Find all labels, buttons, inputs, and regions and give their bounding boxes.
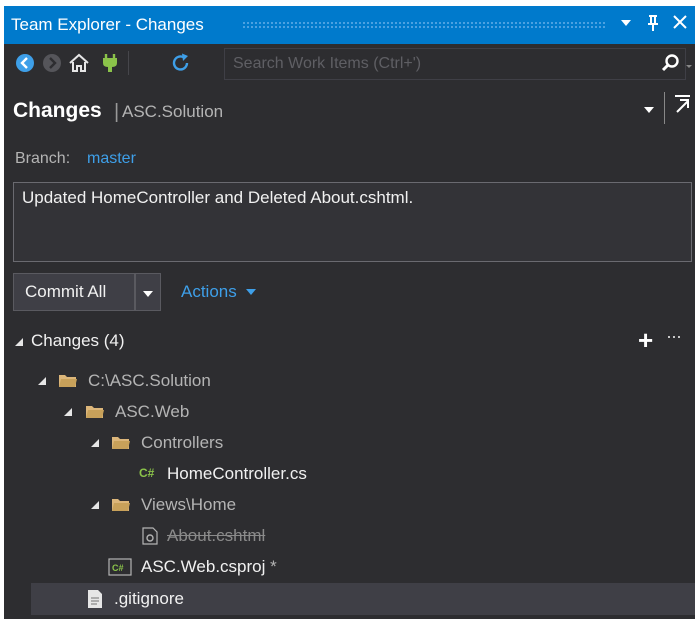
expand-arrow-icon <box>64 408 72 416</box>
page-menu-dropdown-icon[interactable] <box>642 102 656 121</box>
tree-item-project-folder[interactable]: ASC.Web <box>4 397 695 427</box>
window-menu-dropdown-icon[interactable] <box>619 15 633 35</box>
expand-arrow-icon <box>91 501 99 509</box>
add-icon[interactable]: + <box>638 325 653 356</box>
folder-icon <box>59 375 77 387</box>
tree-item-label: Views\Home <box>141 495 237 514</box>
header-divider <box>664 92 665 124</box>
home-icon[interactable] <box>68 52 90 74</box>
page-title: Changes <box>13 99 102 122</box>
folder-icon <box>112 499 130 511</box>
search-icon[interactable] <box>661 53 681 78</box>
expand-arrow-icon <box>91 439 99 447</box>
svg-text:C#: C# <box>112 563 124 573</box>
window-title: Team Explorer - Changes <box>11 15 204 34</box>
tree-item-label: .gitignore <box>114 589 184 608</box>
title-drag-grip[interactable] <box>242 21 605 29</box>
commit-dropdown-button[interactable] <box>135 273 161 311</box>
tree-item-gitignore[interactable]: .gitignore <box>31 583 695 615</box>
tree-item-solution[interactable]: C:\ASC.Solution <box>4 366 695 396</box>
branch-label: Branch: <box>15 150 71 167</box>
tree-item-label: Controllers <box>141 433 224 452</box>
more-options-icon[interactable]: ··· <box>666 326 682 347</box>
chevron-down-icon <box>142 286 154 304</box>
folder-icon <box>112 437 130 449</box>
undock-icon[interactable] <box>672 94 692 121</box>
tree-item-views-folder[interactable]: Views\Home <box>4 490 695 520</box>
razor-file-icon <box>142 527 158 545</box>
search-box[interactable] <box>224 48 692 80</box>
branch-link[interactable]: master <box>87 150 136 168</box>
commit-message-input[interactable]: Updated HomeController and Deleted About… <box>13 182 692 262</box>
search-input[interactable] <box>233 54 633 74</box>
actions-label: Actions <box>181 282 237 301</box>
title-bar: Team Explorer - Changes <box>4 6 695 44</box>
csharp-file-icon: C# <box>139 466 155 480</box>
tree-item-label: About.cshtml <box>167 526 266 545</box>
actions-menu-link[interactable]: Actions <box>181 282 257 302</box>
tree-item-deleted-file[interactable]: About.cshtml <box>4 521 695 551</box>
pin-icon[interactable] <box>646 14 660 37</box>
forward-icon[interactable] <box>41 52 63 74</box>
title-separator: | <box>114 101 120 123</box>
toolbar-separator <box>128 51 129 75</box>
unsaved-indicator: * <box>265 557 277 576</box>
team-explorer-window: Team Explorer - Changes Search Work Item… <box>4 6 695 619</box>
toolbar <box>4 44 695 82</box>
back-icon[interactable] <box>14 52 36 74</box>
tree-item-project-file[interactable]: C# ASC.Web.csproj * <box>4 552 695 582</box>
commit-all-button[interactable]: Commit All <box>13 273 135 311</box>
tree-item-label: ASC.Web <box>115 402 190 421</box>
text-file-icon <box>88 590 102 608</box>
search-dropdown-icon[interactable] <box>685 53 693 78</box>
solution-name[interactable]: ASC.Solution <box>122 102 223 122</box>
tree-item-label: ASC.Web.csproj <box>141 557 266 576</box>
connect-plug-icon[interactable] <box>99 52 121 74</box>
changes-section-header[interactable]: Changes (4) <box>13 331 125 351</box>
expand-arrow-icon <box>38 377 46 385</box>
tree-item-label: C:\ASC.Solution <box>88 371 211 390</box>
folder-icon <box>86 406 104 418</box>
tree-item-file[interactable]: C# HomeController.cs <box>4 459 695 489</box>
close-icon[interactable] <box>672 14 688 35</box>
tree-item-label: HomeController.cs <box>167 464 307 483</box>
refresh-icon[interactable] <box>170 52 192 74</box>
csproj-file-icon: C# <box>108 558 132 576</box>
actions-dropdown-icon <box>246 289 257 295</box>
tree-item-controllers-folder[interactable]: Controllers <box>4 428 695 458</box>
changes-section-title: Changes (4) <box>31 331 125 350</box>
expand-arrow-icon <box>15 337 23 346</box>
